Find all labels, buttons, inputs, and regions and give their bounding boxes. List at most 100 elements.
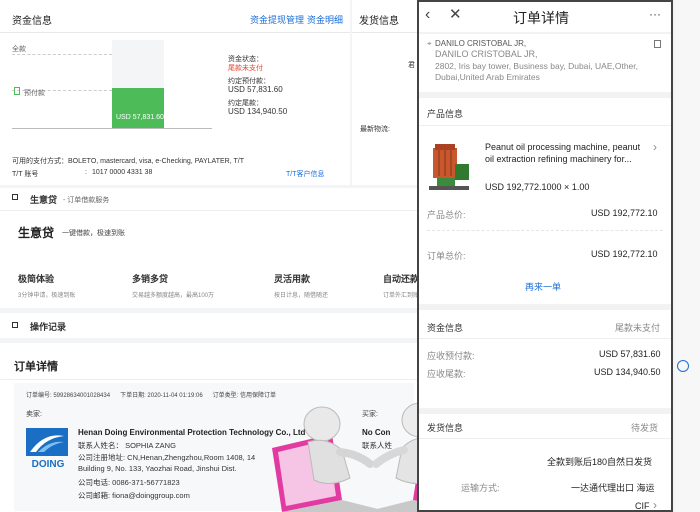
x-axis [12, 128, 212, 129]
divider [0, 32, 350, 33]
divider [0, 379, 420, 380]
trade-term-value: CIF [635, 501, 650, 511]
seller-address-line1: 公司注册地址: CN,Henan,Zhengzhou,Room 1408, 14 [78, 453, 256, 462]
ship-method-label: 运输方式: [461, 483, 500, 493]
chevron-left-icon[interactable]: ‹ [425, 6, 430, 24]
product-thumbnail[interactable] [427, 140, 473, 192]
divider [427, 230, 663, 231]
receivable-final-label: 应收尾款: [427, 369, 466, 379]
ship-time-value: 全款到账后180自然日发货 [547, 457, 653, 467]
feature-title: 灵活用款 [274, 274, 311, 284]
product-info-section: 产品信息 Peanut oil processing machine, pean… [419, 98, 671, 304]
gridline [12, 54, 112, 55]
divider [419, 125, 671, 126]
more-options-icon[interactable]: ··· [649, 7, 661, 21]
prepay-legend-label: 预付款 [24, 90, 45, 97]
loan-subtitle: - 订单借款服务 [63, 197, 110, 204]
fund-status: 尾款未支付 [615, 323, 661, 333]
order-meta: 订单编号: 59928634001028434 下单日期: 2020-11-04… [26, 393, 277, 399]
feature-desc: 按日计息，随借随还 [274, 293, 329, 299]
fund-info-card: 资金信息 资金提现管理 资金明细 全款 预付款 USD 57,831.60 资金… [0, 0, 350, 185]
order-details-title: 订单详情 [14, 361, 58, 373]
copy-icon[interactable] [654, 40, 661, 48]
doing-logo-text: DOING [32, 459, 65, 470]
fund-detail-link[interactable]: 资金明细 [307, 13, 343, 26]
info-circle-icon[interactable] [677, 360, 689, 372]
seller-address-line2: Building 9, No. 133, Yaozhai Road, Jinsh… [78, 464, 237, 473]
chevron-right-icon[interactable]: › [653, 140, 657, 154]
seller-email: 公司邮箱: fiona@doinggroup.com [78, 491, 190, 500]
shipping-title: 发货信息 [359, 16, 399, 27]
axis-label-full: 全款 [12, 46, 26, 53]
location-pin-icon: ⌖ [427, 39, 432, 48]
loan-feature: 极简体验 3分钟申请，极速到账 [18, 272, 75, 299]
agreed-final-value: USD 134,940.50 [228, 107, 288, 116]
loan-feature: 灵活用款 按日计息，随借随还 [274, 272, 328, 299]
fund-withdraw-link[interactable]: 资金提现管理 [250, 13, 304, 26]
fund-status-value: 尾款未支付 [228, 65, 263, 72]
loan-tagline: 一键借款，极速到账 [62, 230, 125, 237]
prepay-legend-icon [14, 87, 20, 95]
operation-log-card[interactable]: 操作记录 [0, 313, 420, 338]
shipping-partial-text: 君 [408, 62, 415, 69]
product-unit-price: USD 192,772.1000 × 1.00 [485, 182, 590, 192]
seller-phone: 公司电话: 0086-371-56771823 [78, 478, 180, 487]
divider [0, 210, 420, 211]
fund-section-title: 资金信息 [427, 323, 464, 333]
product-section-title: 产品信息 [427, 109, 464, 119]
doing-logo: DOING [24, 428, 74, 470]
latest-logistics-label: 最新物流: [360, 126, 390, 133]
feature-title: 极简体验 [18, 274, 55, 284]
mobile-header: ‹ ✕ 订单详情 ··· [419, 2, 671, 32]
address-line1: 2802, Iris bay tower, Business bay, Duba… [435, 61, 638, 71]
order-total-value: USD 192,772.10 [591, 249, 658, 259]
divider [419, 338, 671, 339]
reorder-button[interactable]: 再来一单 [525, 280, 561, 293]
ship-section-title: 发货信息 [427, 423, 464, 433]
tt-account-number: 1017 0000 4331 38 [92, 169, 153, 176]
address-name: DANILO CRISTOBAL JR, [435, 39, 527, 48]
doing-logo-mark: DOING [26, 428, 68, 470]
loan-feature: 多销多贷 交易越多额度越高，最高100万 [132, 272, 214, 299]
shipping-info-section: 发货信息 待发货 全款到账后180自然日发货 运输方式: 一达通代理出口 海运 … [419, 414, 671, 511]
feature-title: 多销多贷 [132, 274, 169, 284]
left-figure [303, 406, 374, 484]
chevron-right-icon[interactable]: › [653, 498, 657, 510]
screenshot-stage: 资金信息 资金提现管理 资金明细 全款 预付款 USD 57,831.60 资金… [0, 0, 700, 512]
business-loan-card: 生意贷 - 订单借款服务 生意贷 一键借款，极速到账 极简体验 3分钟申请，极速… [0, 188, 443, 308]
shipping-address-section: ⌖ DANILO CRISTOBAL JR, DANILO CRISTOBAL … [419, 34, 671, 92]
fund-progress-chart: 全款 预付款 USD 57,831.60 [12, 40, 222, 132]
shipping-info-card: 发货信息 君 最新物流: [352, 0, 422, 185]
feature-desc: 交易越多额度越高，最高100万 [132, 293, 215, 299]
ship-method-value: 一达通代理出口 海运 [571, 483, 655, 493]
receivable-prepay-label: 应收预付款: [427, 351, 475, 361]
tt-account-colon: : [85, 169, 87, 176]
tt-customer-info-link[interactable]: T/T客户信息 [286, 169, 325, 179]
loan-headline: 生意贷 [18, 226, 55, 240]
prepay-bar-label: USD 57,831.60 [116, 114, 164, 121]
mobile-order-detail-screen: ‹ ✕ 订单详情 ··· ⌖ DANILO CRISTOBAL JR, DANI… [417, 0, 673, 512]
fund-info-title: 资金信息 [12, 16, 52, 27]
receivable-prepay-value: USD 57,831.60 [599, 349, 661, 359]
seller-contact: 联系人姓名： SOPHIA ZANG [78, 441, 176, 450]
address-name-2: DANILO CRISTOBAL JR, [435, 49, 538, 59]
feature-desc: 3分钟申请，极速到账 [18, 293, 76, 299]
close-icon[interactable]: ✕ [449, 5, 462, 23]
prepay-bar [112, 88, 164, 128]
product-name-line1[interactable]: Peanut oil processing machine, peanut [485, 142, 640, 152]
divider [419, 438, 671, 439]
payment-methods: 可用的支付方式：BOLETO, mastercard, visa, e-Chec… [12, 158, 244, 165]
tt-account-label: T/T 账号 [12, 171, 39, 178]
mobile-title: 订单详情 [513, 10, 569, 26]
address-line2: Dubai,United Arab Emirates [435, 72, 540, 82]
fund-info-section: 资金信息 尾款未支付 应收预付款: USD 57,831.60 应收尾款: US… [419, 310, 671, 408]
product-name-line2[interactable]: oil extraction refining machinery for... [485, 154, 632, 164]
right-edge-panel [675, 0, 700, 512]
divider [352, 32, 422, 33]
product-total-label: 产品总价: [427, 210, 466, 220]
collapse-toggle-icon[interactable] [12, 194, 18, 200]
ship-status: 待发货 [631, 423, 659, 433]
collapse-toggle-icon[interactable] [12, 322, 18, 328]
operation-log-title: 操作记录 [30, 322, 67, 332]
loan-title: 生意贷 [30, 195, 58, 205]
